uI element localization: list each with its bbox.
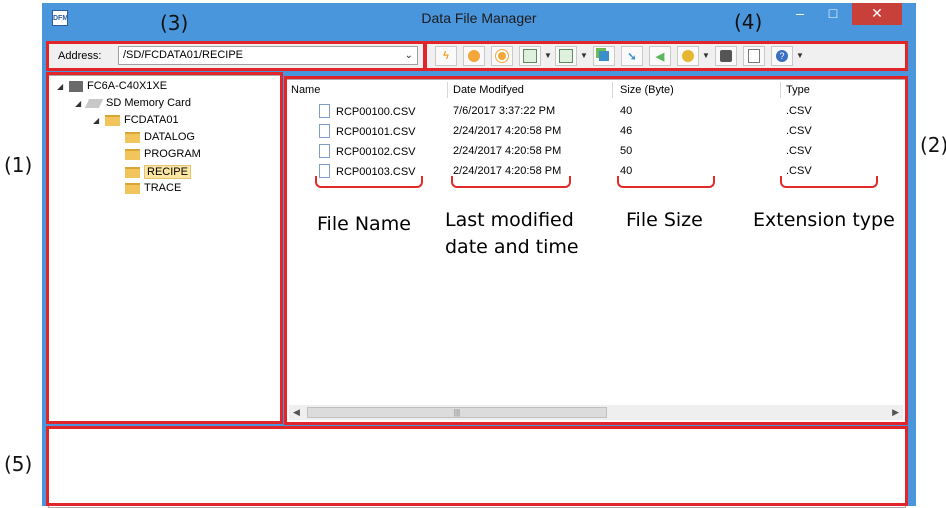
data-file-manager-window: DFM Data File Manager – □ ✕ Address: /SD… [42, 3, 916, 508]
highlight-box-address [46, 41, 426, 71]
minimize-button[interactable]: – [785, 3, 815, 25]
callout-4: (4) [734, 10, 763, 34]
callout-5: (5) [4, 452, 33, 476]
highlight-box-output [46, 426, 908, 506]
callout-2: (2) [920, 133, 946, 157]
highlight-box-tree [46, 72, 283, 424]
close-button[interactable]: ✕ [852, 3, 902, 25]
highlight-box-list [284, 76, 908, 425]
callout-3: (3) [160, 11, 189, 35]
maximize-button[interactable]: □ [818, 3, 848, 25]
highlight-box-toolbar [424, 41, 908, 71]
callout-1: (1) [4, 153, 33, 177]
